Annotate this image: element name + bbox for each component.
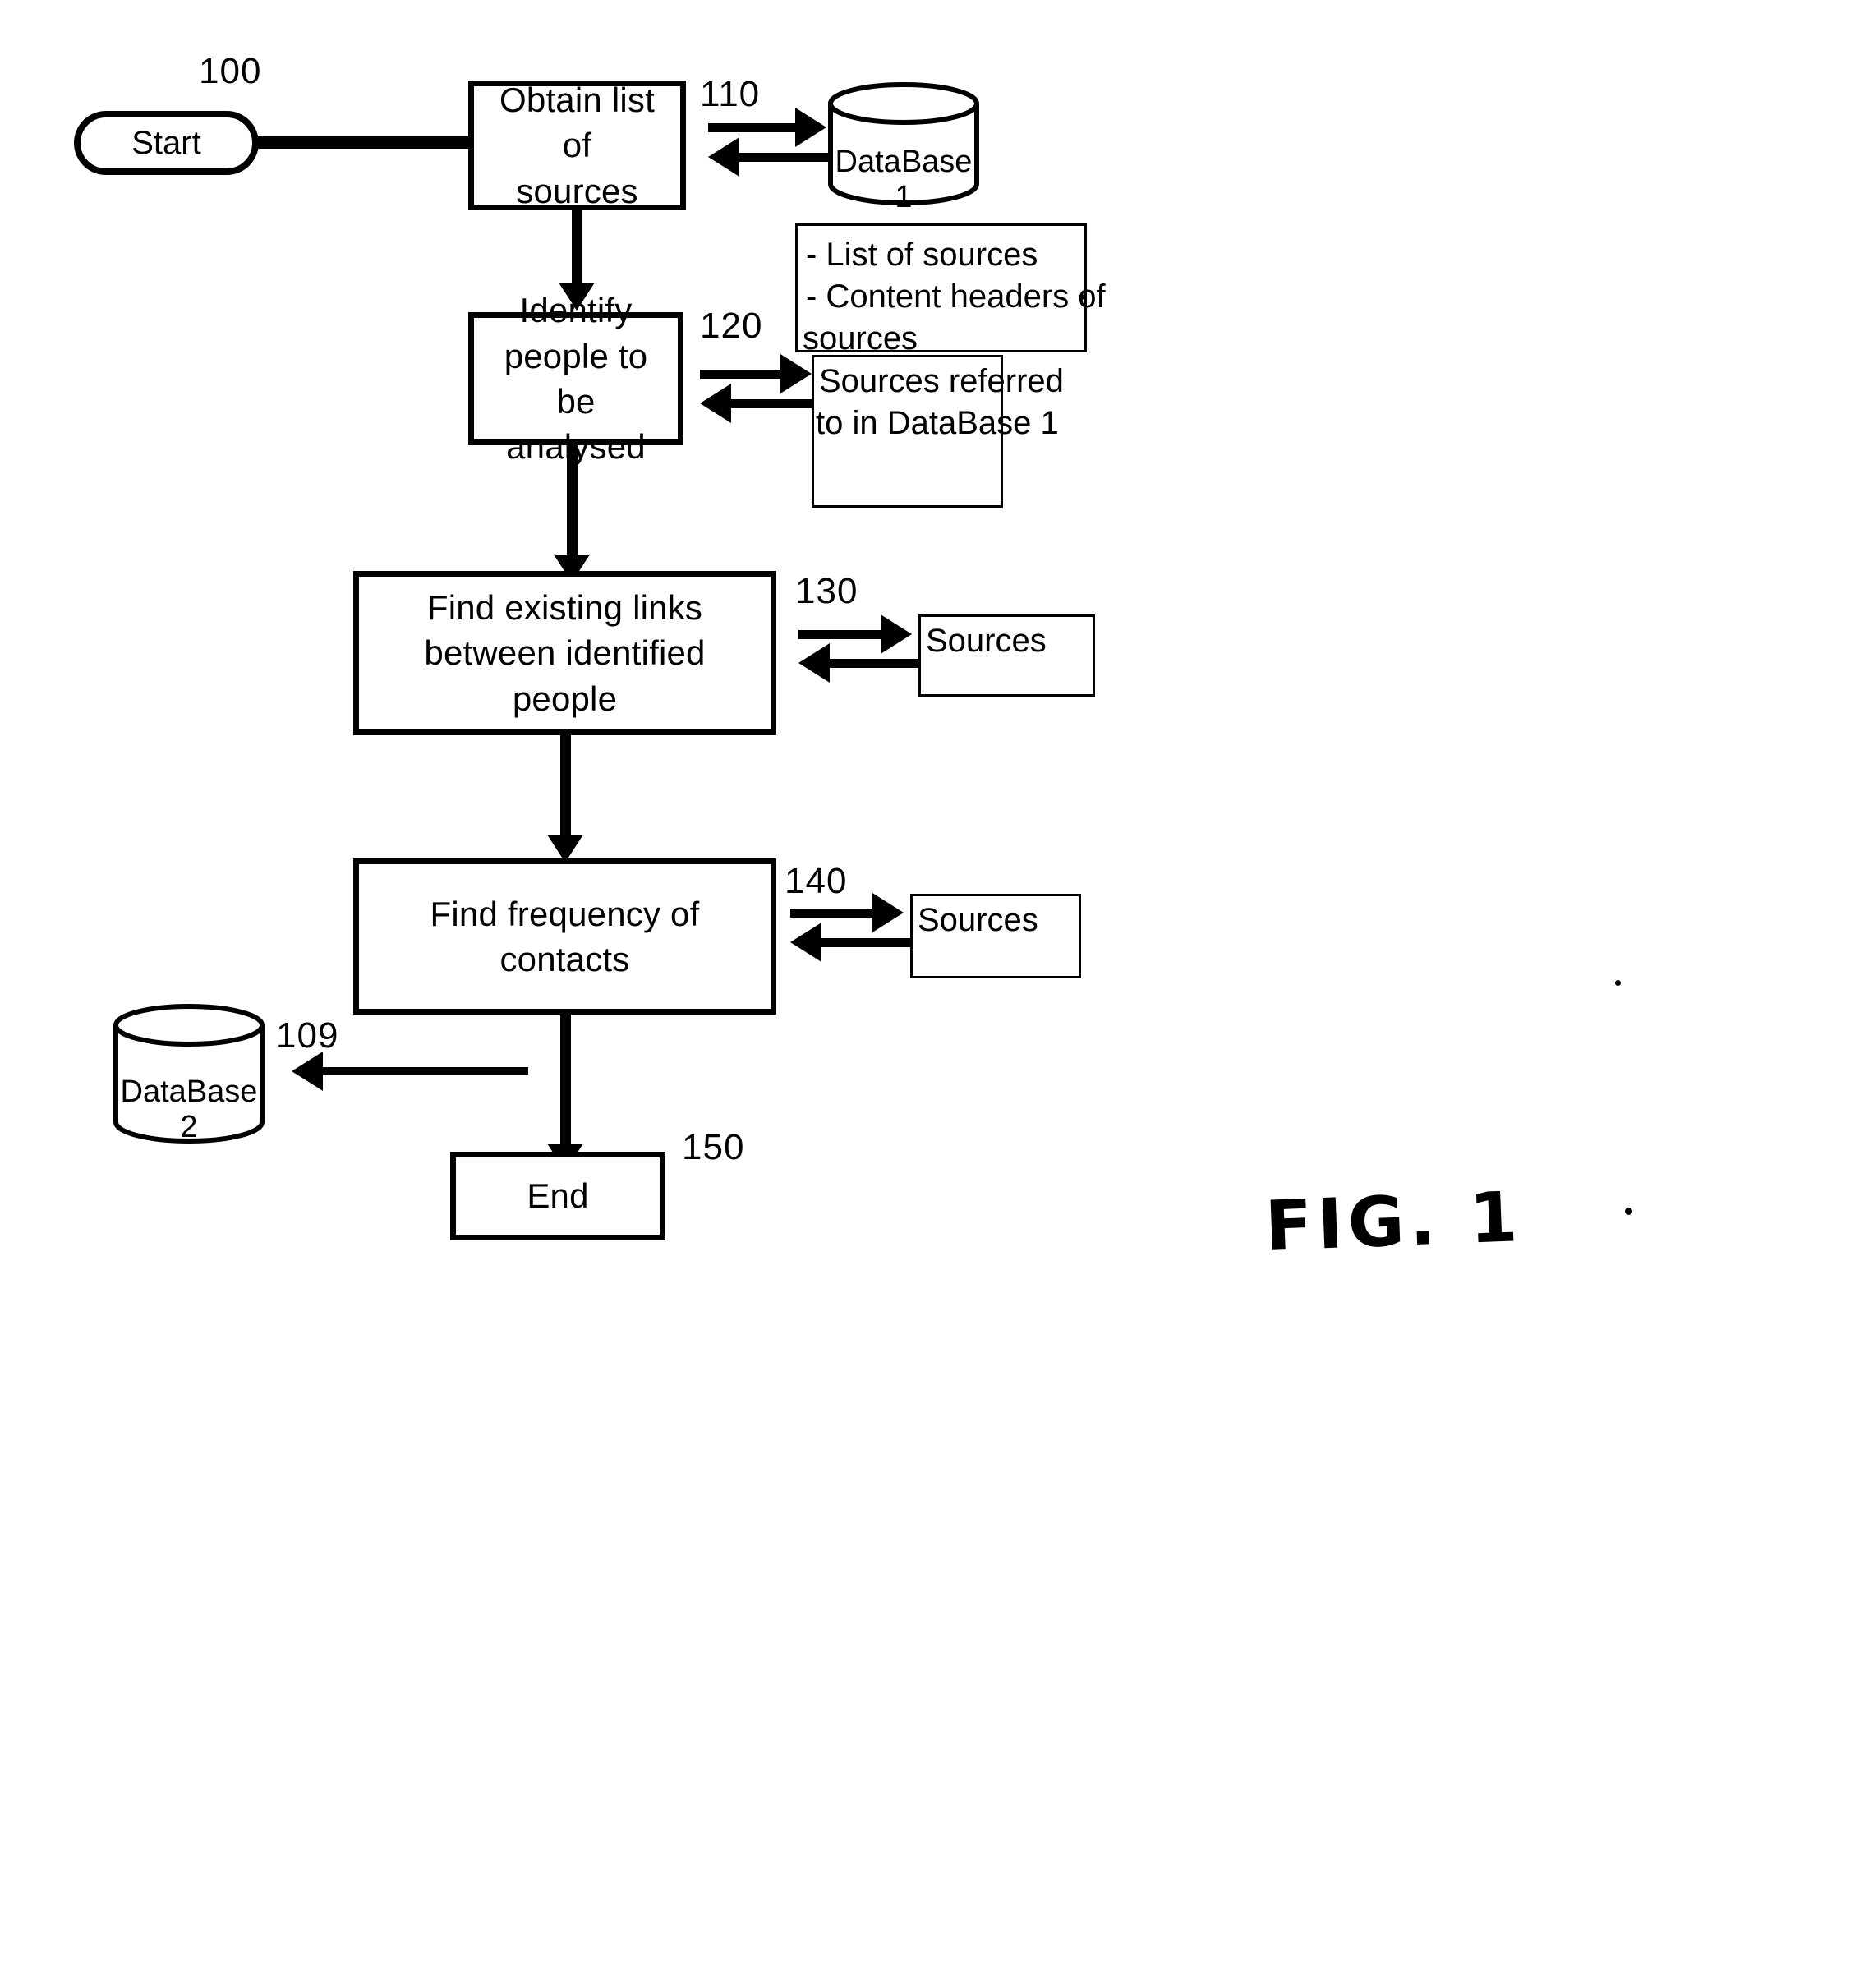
ref-numeral-140: 140 xyxy=(785,861,848,901)
process-box-end-label: End xyxy=(527,1176,589,1216)
arrow-shaft-120-to-sources-referred xyxy=(700,370,786,379)
arrow-shaft-sources-to-130 xyxy=(830,659,918,668)
datastore-database-1-label: DataBase 1 xyxy=(835,145,973,214)
process-box-110-label: Obtain list of sources xyxy=(499,80,655,210)
process-box-120: Identify people to be analysed xyxy=(468,291,683,466)
arrow-head-140-to-db2 xyxy=(292,1052,323,1091)
annotation-sources-referred-line-1: Sources referred xyxy=(819,363,1064,399)
process-box-110: Obtain list of sources xyxy=(468,81,686,210)
connector-start-to-110 xyxy=(255,136,472,149)
connector-110-to-120 xyxy=(572,210,582,292)
ref-numeral-120: 120 xyxy=(700,306,763,346)
annotation-sources-130: Sources xyxy=(918,614,1095,697)
datastore-database-2: DataBase 2 xyxy=(111,1004,267,1144)
annotation-sources-referred-line-2: to in DataBase 1 xyxy=(816,405,1059,442)
arrow-shaft-130-to-sources xyxy=(798,630,887,639)
process-box-130: Find existing links between identified p… xyxy=(353,571,776,735)
datastore-database-1: DataBase 1 xyxy=(826,82,982,214)
process-box-130-label: Find existing links between identified p… xyxy=(424,587,706,718)
ref-numeral-109: 109 xyxy=(276,1015,339,1056)
arrow-head-120-to-sources-referred xyxy=(780,354,812,393)
process-box-120-label: Identify people to be analysed xyxy=(504,291,648,466)
start-terminator: Start xyxy=(74,111,259,175)
arrow-shaft-sources-referred-to-120 xyxy=(731,399,813,408)
stray-ink-dot xyxy=(1625,1208,1632,1215)
start-label: Start xyxy=(131,124,201,161)
annotation-sources-140-label: Sources xyxy=(918,902,1038,938)
stray-ink-dot-note xyxy=(1079,294,1084,300)
annotation-sources-referred: Sources referred to in DataBase 1 xyxy=(812,355,1064,508)
datastore-database-2-label: DataBase 2 xyxy=(120,1075,258,1144)
stray-ink-dot-upper xyxy=(1615,980,1621,986)
arrow-shaft-db1-to-110 xyxy=(739,153,828,162)
annotation-sources-130-label: Sources xyxy=(926,623,1047,659)
ref-numeral-100: 100 xyxy=(199,51,262,91)
annotation-db1-line-3: sources xyxy=(803,320,918,357)
ref-numeral-130: 130 xyxy=(795,571,858,611)
arrow-head-140-to-sources xyxy=(872,893,904,932)
arrow-head-sources-to-130 xyxy=(798,643,830,683)
annotation-db1-line-1: - List of sources xyxy=(806,237,1038,273)
arrow-shaft-140-to-db2 xyxy=(323,1067,528,1075)
arrow-head-110-to-db1 xyxy=(795,108,826,147)
connector-130-to-140 xyxy=(560,734,571,844)
figure-canvas: 100 Start Obtain list of sources 110 Dat… xyxy=(0,0,1850,1988)
arrow-shaft-sources-to-140 xyxy=(821,938,910,947)
arrow-head-sources-referred-to-120 xyxy=(700,384,731,423)
connector-140-to-end xyxy=(560,1013,571,1154)
arrow-shaft-110-to-db1 xyxy=(708,123,797,132)
connector-120-to-130 xyxy=(567,445,578,564)
ref-numeral-150: 150 xyxy=(682,1127,745,1167)
arrow-head-130-to-sources xyxy=(881,614,912,654)
annotation-db1-contents: - List of sources - Content headers of s… xyxy=(795,223,1106,357)
arrow-head-sources-to-140 xyxy=(790,923,821,962)
process-box-end: End xyxy=(450,1152,665,1240)
ref-numeral-110: 110 xyxy=(700,74,761,114)
annotation-sources-140: Sources xyxy=(910,894,1081,978)
arrow-shaft-140-to-sources xyxy=(790,909,879,918)
process-box-140-label: Find frequency of contacts xyxy=(430,894,700,978)
process-box-140: Find frequency of contacts xyxy=(353,858,776,1015)
annotation-db1-line-2: - Content headers of xyxy=(806,278,1106,315)
figure-caption: FIG. 1 xyxy=(1263,1176,1524,1267)
arrow-head-db1-to-110 xyxy=(708,137,739,177)
